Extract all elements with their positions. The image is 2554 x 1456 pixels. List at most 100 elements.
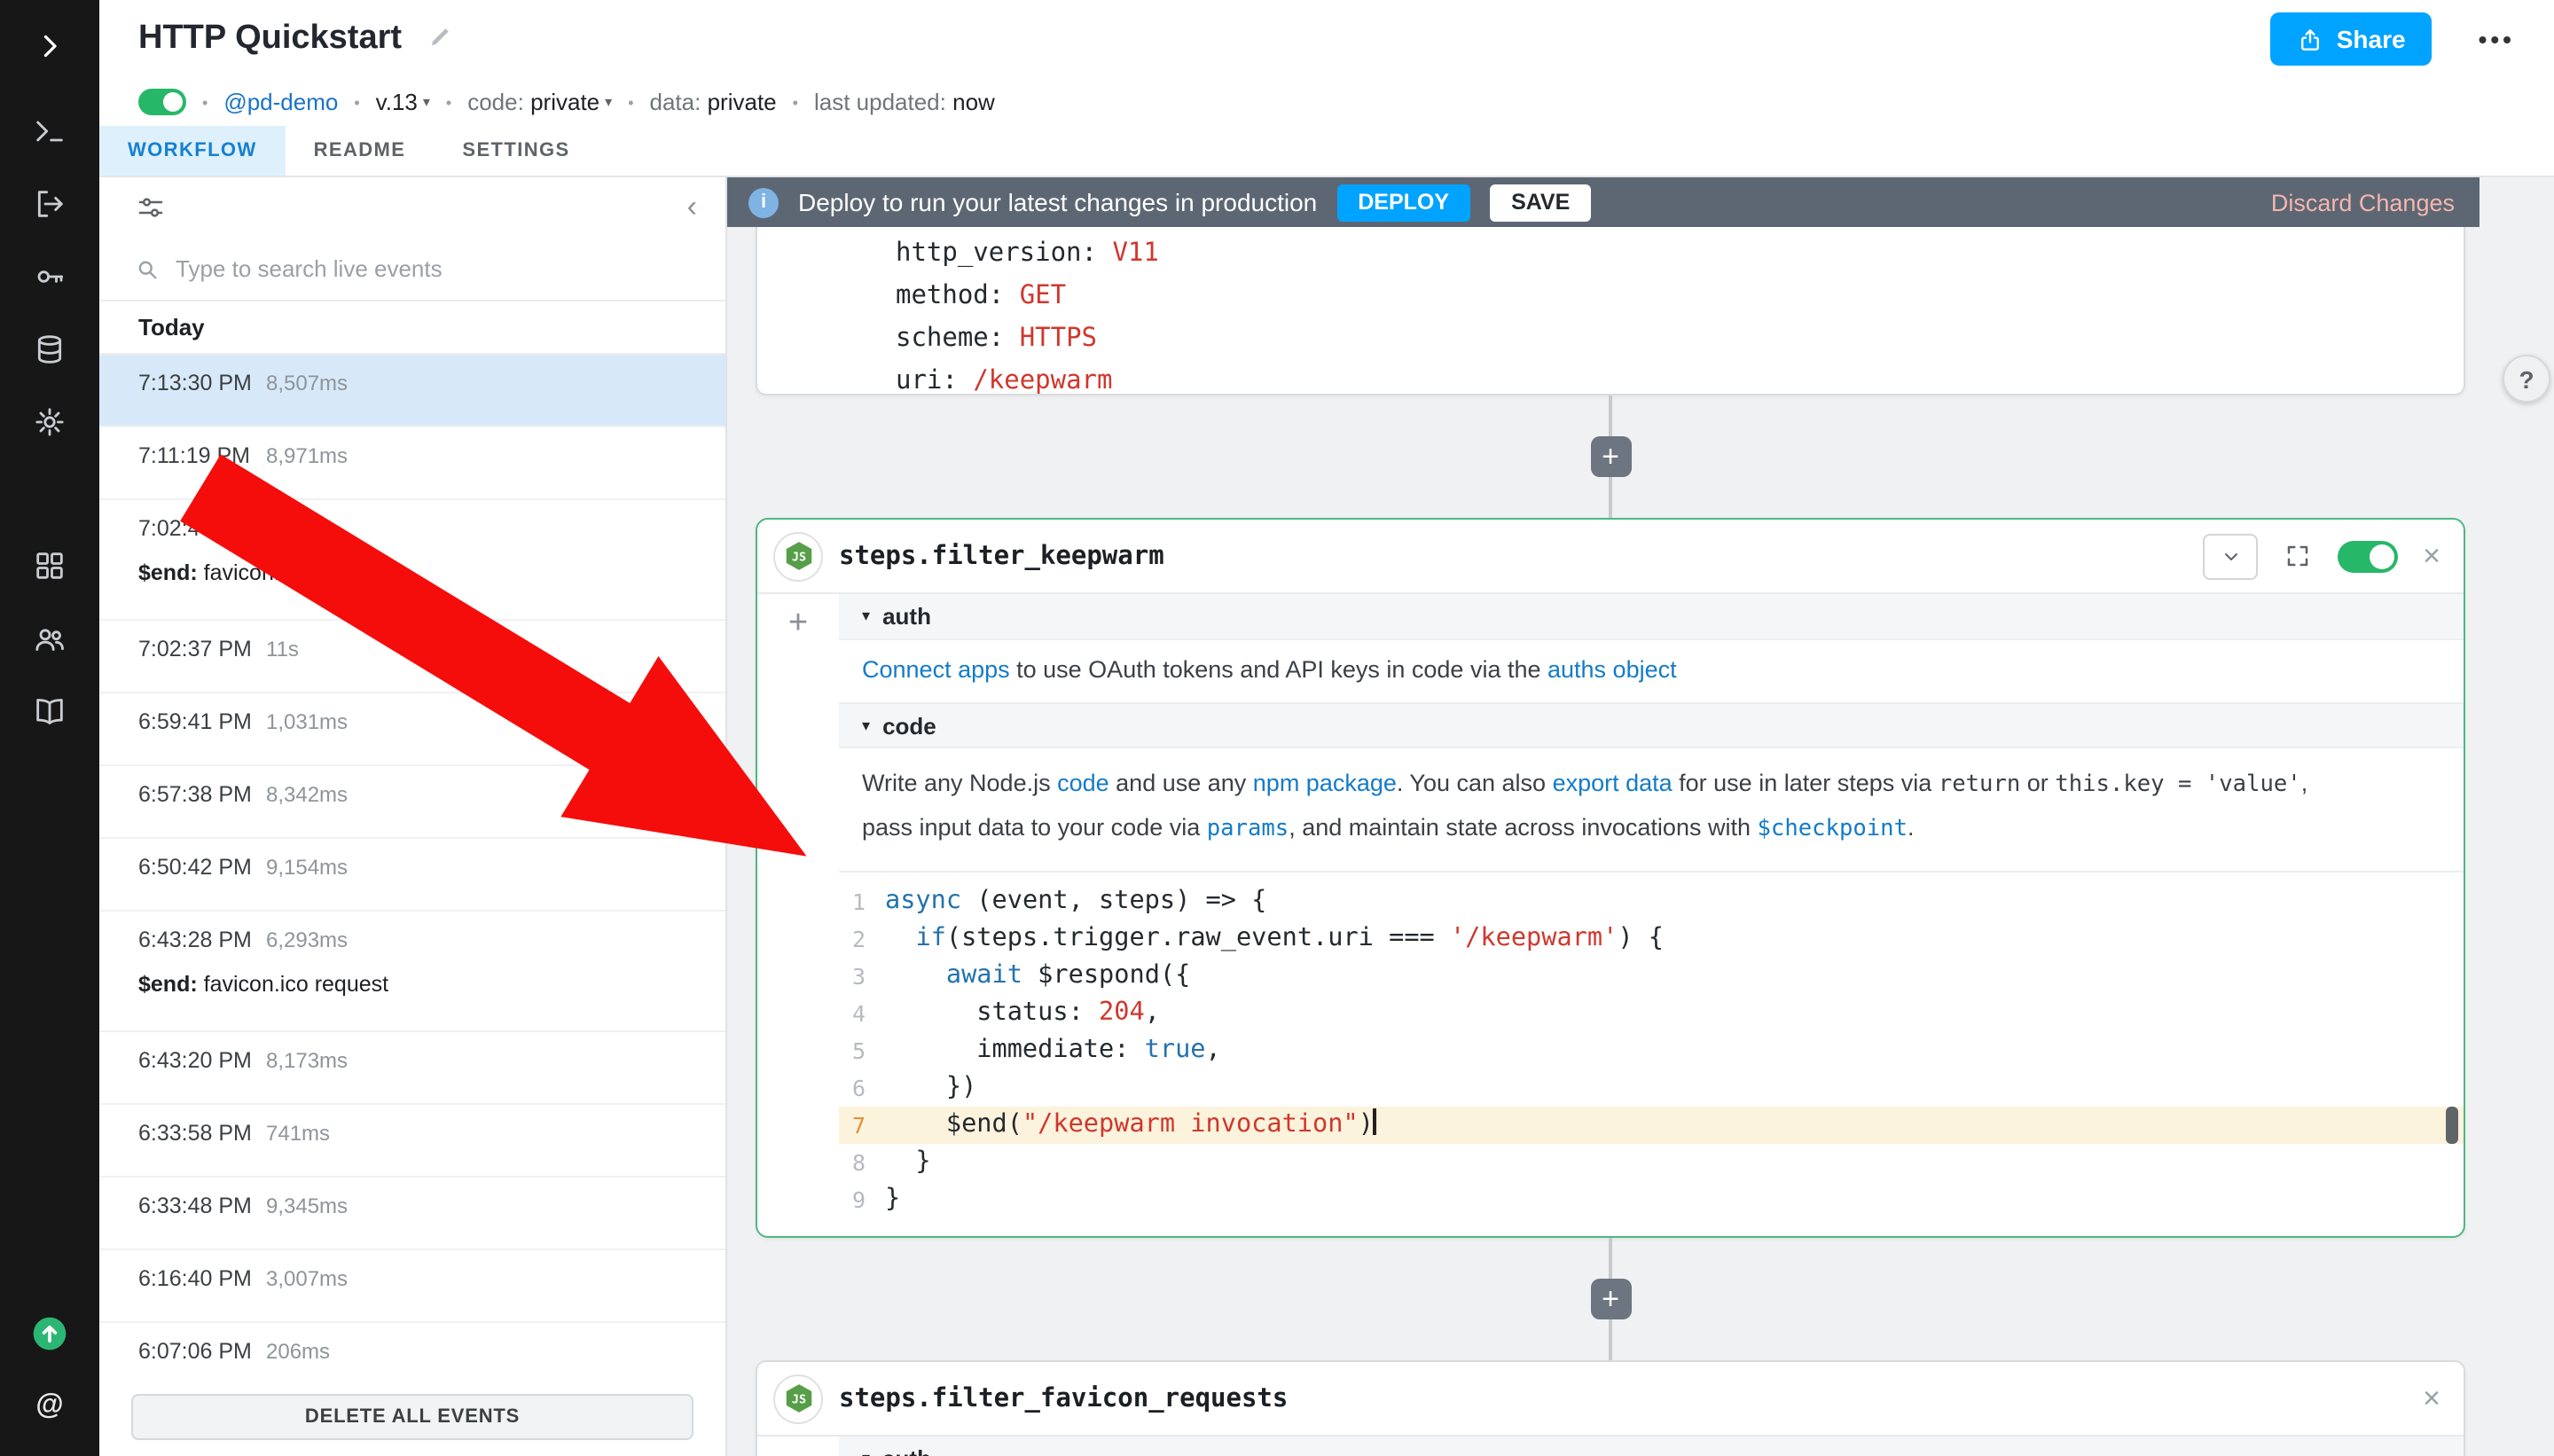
text-segment — [885, 924, 915, 952]
owner-link[interactable]: @pd-demo — [223, 89, 338, 115]
close-step-button[interactable]: × — [2423, 541, 2440, 571]
event-row[interactable]: 7:02:49 PM$end: favicon.ico request — [99, 500, 725, 621]
sidebar-deployments-button[interactable] — [21, 176, 78, 232]
line-number: 8 — [839, 1144, 885, 1181]
sidebar-docs-button[interactable] — [21, 683, 78, 740]
link[interactable]: export data — [1553, 770, 1673, 796]
more-menu-button[interactable]: ••• — [2479, 25, 2515, 53]
text-segment: ) { — [1618, 924, 1664, 952]
text-segment: status: — [885, 998, 1099, 1027]
save-button[interactable]: SAVE — [1490, 184, 1591, 221]
event-time: 6:43:28 PM — [138, 928, 266, 952]
scrollbar-thumb[interactable] — [2446, 1107, 2458, 1144]
filter-events-button[interactable] — [135, 192, 167, 223]
link[interactable]: code — [1057, 770, 1109, 796]
share-button[interactable]: Share — [2271, 12, 2433, 66]
events-search-row — [99, 238, 725, 301]
text-segment: to use OAuth tokens and API keys in code… — [1010, 656, 1547, 683]
event-duration: 6,293ms — [266, 928, 348, 952]
link[interactable]: npm package — [1253, 770, 1397, 796]
step-card-filter-favicon[interactable]: JS steps.filter_favicon_requests × ▾ aut — [756, 1360, 2465, 1456]
event-row[interactable]: 6:16:40 PM3,007ms — [99, 1250, 725, 1323]
sidebar-community-button[interactable] — [21, 610, 78, 667]
sidebar-accounts-button[interactable] — [21, 248, 78, 305]
tab-workflow[interactable]: WORKFLOW — [99, 126, 286, 176]
event-row[interactable]: 6:50:42 PM9,154ms — [99, 839, 725, 912]
event-row[interactable]: 6:57:38 PM8,342ms — [99, 766, 725, 839]
add-step-button[interactable]: + — [1590, 436, 1631, 477]
line-number: 6 — [839, 1069, 885, 1107]
at-icon: @ — [35, 1390, 63, 1422]
users-icon — [32, 621, 67, 656]
close-step-button[interactable]: × — [2423, 1383, 2440, 1413]
dot-separator: • — [793, 93, 798, 111]
event-row[interactable]: 7:13:30 PM8,507ms — [99, 355, 725, 427]
link[interactable]: $checkpoint — [1758, 816, 1908, 842]
line-number: 1 — [839, 883, 885, 920]
event-time: 7:13:30 PM — [138, 371, 266, 395]
dot-separator: • — [628, 93, 633, 111]
code-line: 6 }) — [839, 1069, 2464, 1107]
code-visibility-dropdown[interactable]: code: private▾ — [467, 89, 612, 115]
text-segment — [885, 961, 946, 990]
auth-description: Connect apps to use OAuth tokens and API… — [839, 640, 2464, 702]
add-inline-step-button[interactable]: + — [788, 605, 808, 644]
expand-sidebar-button[interactable] — [21, 18, 78, 74]
deploy-button[interactable]: DEPLOY — [1336, 184, 1470, 221]
database-icon — [32, 332, 67, 367]
link[interactable]: Connect apps — [862, 656, 1010, 683]
app-sidebar: @ — [0, 0, 99, 1456]
version-dropdown[interactable]: v.13▾ — [376, 89, 430, 115]
book-icon — [32, 693, 67, 729]
event-row[interactable]: 6:43:28 PM6,293ms $end: favicon.ico reque… — [99, 912, 725, 1032]
auth-section-header[interactable]: ▾ auth — [839, 594, 2464, 640]
delete-all-events-button[interactable]: DELETE ALL EVENTS — [131, 1394, 693, 1440]
workflow-canvas: i Deploy to run your latest changes in p… — [727, 177, 2554, 1456]
fullscreen-button[interactable] — [2284, 543, 2311, 569]
event-row[interactable]: 6:33:58 PM741ms — [99, 1105, 725, 1178]
event-row[interactable]: 6:07:06 PM206ms — [99, 1323, 725, 1380]
chevron-left-icon: ‹ — [687, 190, 697, 225]
event-note: $end: favicon.ico request — [138, 972, 725, 997]
search-input[interactable] — [176, 255, 690, 282]
help-button[interactable]: ? — [2503, 355, 2550, 403]
code-line: http_version: V11 — [896, 232, 1159, 275]
auth-section-header[interactable]: ▾ auth — [839, 1436, 2464, 1456]
line-number: 7 — [839, 1107, 885, 1144]
sidebar-apps-button[interactable] — [21, 537, 78, 594]
event-row[interactable]: 6:59:41 PM1,031ms — [99, 693, 725, 766]
code-editor[interactable]: 1async (event, steps) => {2 if(steps.tri… — [839, 873, 2464, 1236]
step-actions-dropdown[interactable] — [2203, 533, 2258, 579]
event-duration: 9,154ms — [266, 855, 348, 880]
step-card-filter-keepwarm[interactable]: JS steps.filter_keepwarm × — [756, 518, 2465, 1238]
discard-changes-button[interactable]: Discard Changes — [2271, 189, 2455, 215]
edit-title-button[interactable] — [427, 23, 453, 55]
event-row[interactable]: 6:43:20 PM8,173ms — [99, 1032, 725, 1105]
event-row[interactable]: 7:02:37 PM11s — [99, 621, 725, 693]
mentions-button[interactable]: @ — [21, 1378, 78, 1435]
tab-readme[interactable]: README — [286, 126, 435, 176]
collapse-panel-button[interactable]: ‹ — [687, 190, 697, 225]
link[interactable]: auths object — [1547, 656, 1677, 683]
code-line: 2 if(steps.trigger.raw_event.uri === '/k… — [839, 920, 2464, 958]
event-duration: 8,971ms — [266, 443, 348, 468]
step-enabled-toggle[interactable] — [2338, 540, 2398, 572]
status-indicator-button[interactable] — [21, 1305, 78, 1362]
event-row[interactable]: 7:11:19 PM8,971ms — [99, 427, 725, 500]
code-section-header[interactable]: ▾ code — [839, 702, 2464, 748]
sidebar-data-button[interactable] — [21, 321, 78, 378]
main-column: HTTP Quickstart Share ••• • @pd-demo • v… — [99, 0, 2554, 1456]
step-card-partial[interactable]: http_version: V11method: GETscheme: HTTP… — [756, 227, 2465, 395]
sidebar-settings-button[interactable] — [21, 394, 78, 450]
workflow-active-toggle[interactable] — [138, 89, 186, 115]
tab-settings[interactable]: SETTINGS — [434, 126, 598, 176]
text-segment: Write any Node.js — [862, 770, 1057, 796]
add-step-button[interactable]: + — [1590, 1279, 1631, 1319]
step-title: steps.filter_favicon_requests — [839, 1384, 1288, 1413]
step-title: steps.filter_keepwarm — [839, 542, 1164, 570]
sidebar-workflows-button[interactable] — [21, 103, 78, 160]
line-number: 9 — [839, 1181, 885, 1218]
code-token: true — [1145, 1036, 1206, 1064]
link[interactable]: params — [1207, 816, 1289, 842]
event-row[interactable]: 6:33:48 PM9,345ms — [99, 1178, 725, 1250]
